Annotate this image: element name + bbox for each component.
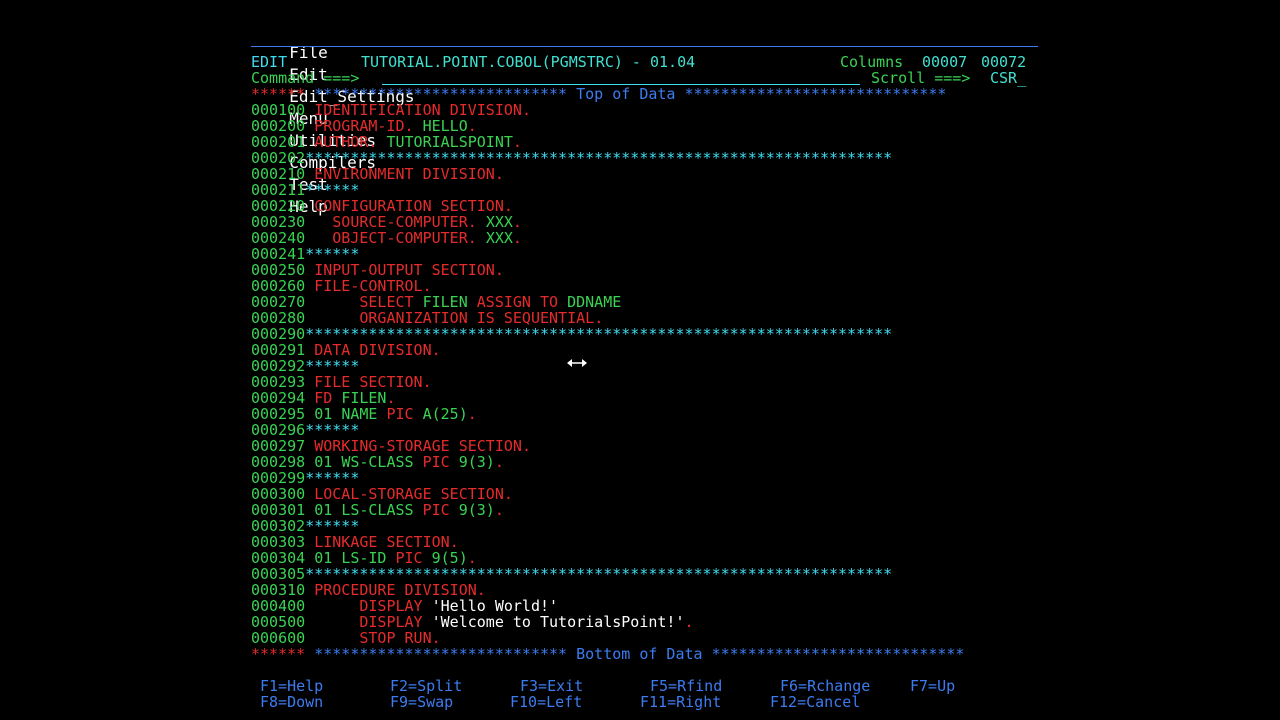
source-line[interactable]: 000500 DISPLAY 'Welcome to TutorialsPoin… <box>251 614 694 630</box>
pf3[interactable]: F3=Exit <box>520 678 583 694</box>
source-line[interactable]: 000298 01 WS-CLASS PIC 9(3). <box>251 454 504 470</box>
resize-cursor-icon <box>567 359 587 367</box>
command-label: Command ===> <box>251 69 360 87</box>
scroll-field[interactable]: CSR_ <box>990 70 1026 86</box>
source-line[interactable]: 000296****** <box>251 422 359 438</box>
menu-bar: File Edit Edit_Settings Menu Utilities C… <box>270 20 431 216</box>
source-line[interactable]: 000210 ENVIRONMENT DIVISION. <box>251 166 504 182</box>
source-line[interactable]: 000240 OBJECT-COMPUTER. XXX. <box>251 230 522 246</box>
pf12[interactable]: F12=Cancel <box>770 694 860 710</box>
source-line[interactable]: 000211****** <box>251 182 359 198</box>
top-of-data-marker: Top of Data <box>576 85 676 103</box>
source-line[interactable]: 000250 INPUT-OUTPUT SECTION. <box>251 262 504 278</box>
source-line[interactable]: 000201 AUTHOR. TUTORIALSPOINT. <box>251 134 522 150</box>
source-line[interactable]: 000297 WORKING-STORAGE SECTION. <box>251 438 531 454</box>
top-of-data-line: ****** **************************** Top … <box>251 85 947 103</box>
source-line[interactable]: 000280 ORGANIZATION IS SEQUENTIAL. <box>251 310 603 326</box>
source-line[interactable]: 000220 CONFIGURATION SECTION. <box>251 198 513 214</box>
source-line[interactable]: 000301 01 LS-CLASS PIC 9(3). <box>251 502 504 518</box>
source-line[interactable]: 000291 DATA DIVISION. <box>251 342 441 358</box>
source-line[interactable]: 000400 DISPLAY 'Hello World!' <box>251 598 558 614</box>
menu-divider <box>251 46 1038 47</box>
pf10[interactable]: F10=Left <box>510 694 582 710</box>
source-line[interactable]: 000302****** <box>251 518 359 534</box>
pf1[interactable]: F1=Help <box>260 678 323 694</box>
pf9[interactable]: F9=Swap <box>390 694 453 710</box>
columns-end: 00072 <box>981 53 1027 71</box>
source-line[interactable]: 000294 FD FILEN. <box>251 390 396 406</box>
source-line[interactable]: 000292****** <box>251 358 359 374</box>
source-line[interactable]: 000293 FILE SECTION. <box>251 374 432 390</box>
source-line[interactable]: 000100 IDENTIFICATION DIVISION. <box>251 102 531 118</box>
source-line[interactable]: 000303 LINKAGE SECTION. <box>251 534 459 550</box>
source-line[interactable]: 000270 SELECT FILEN ASSIGN TO DDNAME <box>251 294 621 310</box>
source-line[interactable]: 000290**********************************… <box>251 326 892 342</box>
source-line[interactable]: 000202**********************************… <box>251 150 892 166</box>
source-line[interactable]: 000310 PROCEDURE DIVISION. <box>251 582 486 598</box>
source-line[interactable]: 000295 01 NAME PIC A(25). <box>251 406 477 422</box>
source-line[interactable]: 000300 LOCAL-STORAGE SECTION. <box>251 486 513 502</box>
bottom-of-data-marker: Bottom of Data <box>576 645 703 663</box>
source-line[interactable]: 000230 SOURCE-COMPUTER. XXX. <box>251 214 522 230</box>
columns-start: 00007 <box>922 53 968 71</box>
pf11[interactable]: F11=Right <box>640 694 721 710</box>
mode-label: EDIT <box>251 53 288 71</box>
pf6[interactable]: F6=Rchange <box>780 678 870 694</box>
bottom-of-data-line: ****** **************************** Bott… <box>251 645 965 663</box>
source-line[interactable]: 000304 01 LS-ID PIC 9(5). <box>251 550 477 566</box>
dataset-title: TUTORIAL.POINT.COBOL(PGMSTRC) - 01.04 <box>361 53 696 71</box>
source-line[interactable]: 000299****** <box>251 470 359 486</box>
pf5[interactable]: F5=Rfind <box>650 678 722 694</box>
source-line[interactable]: 000241****** <box>251 246 359 262</box>
scroll-value: CSR <box>990 69 1018 87</box>
source-line[interactable]: 000200 PROGRAM-ID. HELLO. <box>251 118 477 134</box>
pf8[interactable]: F8=Down <box>260 694 323 710</box>
source-line[interactable]: 000305**********************************… <box>251 566 892 582</box>
source-line[interactable]: 000260 FILE-CONTROL. <box>251 278 432 294</box>
source-line[interactable]: 000600 STOP RUN. <box>251 630 441 646</box>
pf2[interactable]: F2=Split <box>390 678 462 694</box>
scroll-label: Scroll ===> <box>871 69 971 87</box>
pf7[interactable]: F7=Up <box>910 678 955 694</box>
columns-label: Columns <box>840 53 904 71</box>
